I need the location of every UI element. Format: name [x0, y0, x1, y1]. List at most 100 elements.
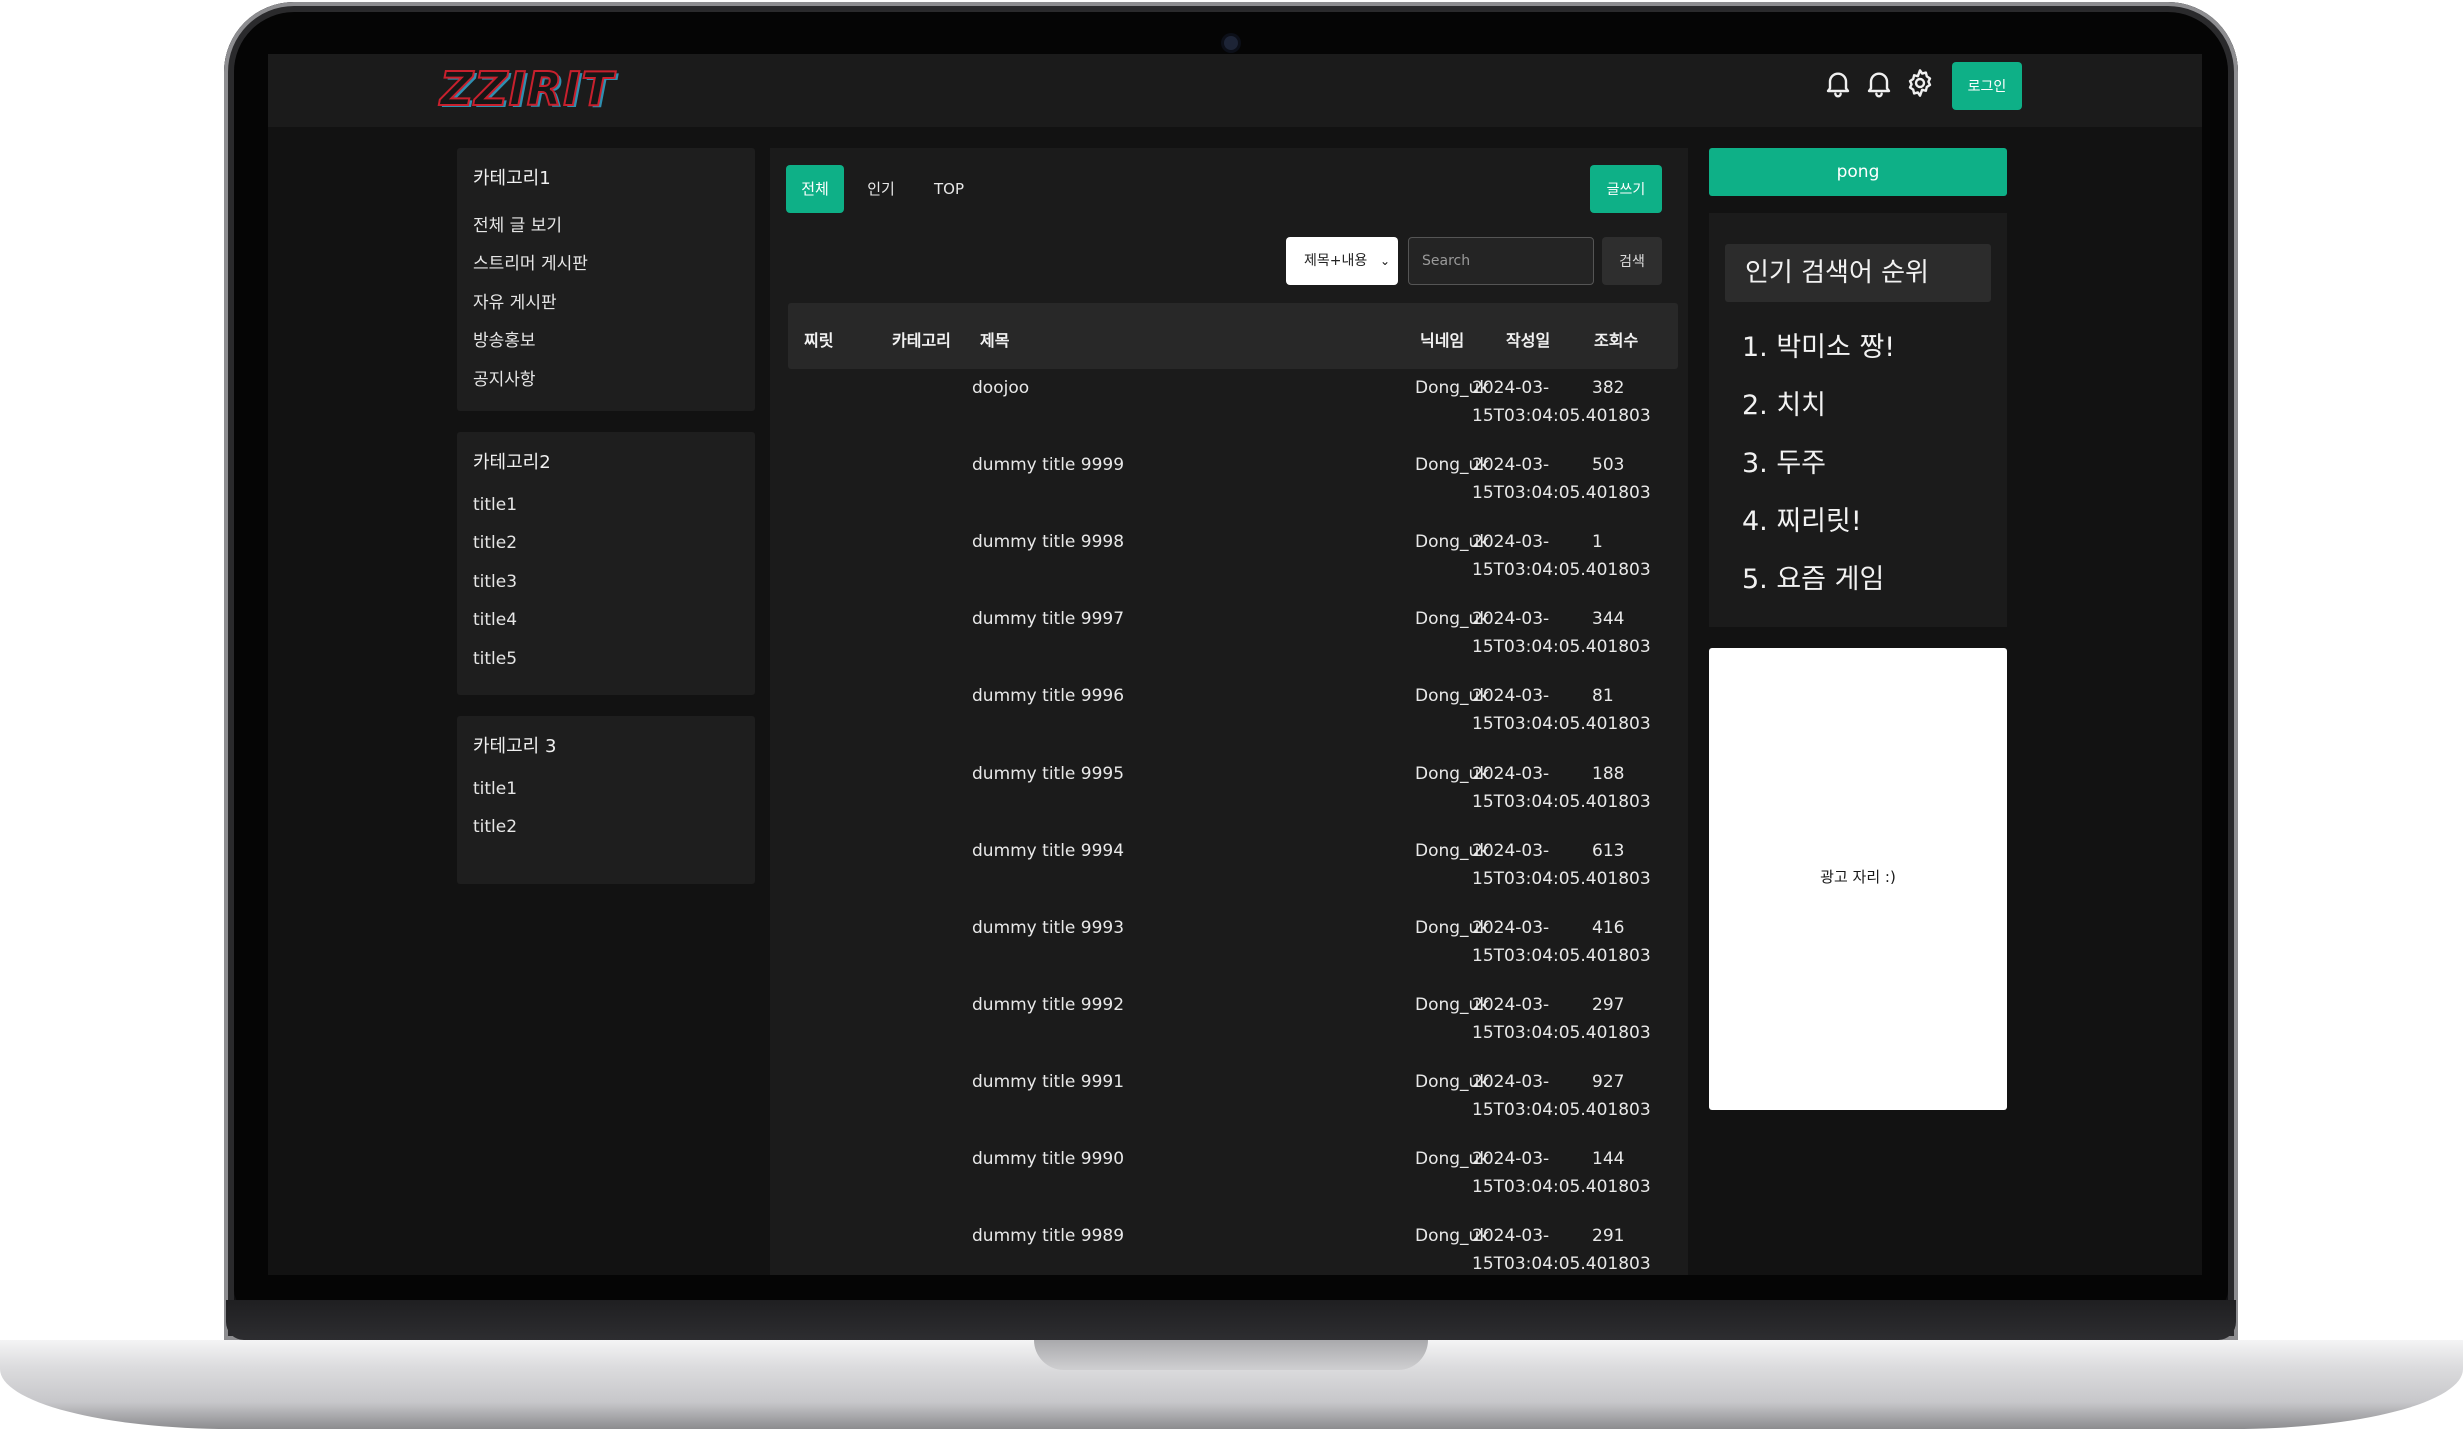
column-header-views: 조회수	[1594, 331, 1639, 350]
table-row[interactable]: dummy title 9995 Dong_uk 2024-03- 15T03:04:…	[788, 755, 1678, 832]
post-views: 503	[1592, 455, 1625, 476]
post-date: 2024-03-	[1472, 917, 1550, 938]
tab-top[interactable]: TOP	[918, 165, 980, 213]
post-date: 2024-03-	[1472, 840, 1550, 861]
tab-popular[interactable]: 인기	[852, 165, 910, 213]
column-header-nickname: 닉네임	[1420, 331, 1465, 350]
popular-search-item[interactable]: 5. 요즘 게임	[1742, 557, 1884, 596]
post-title[interactable]: dummy title 9994	[972, 837, 1124, 865]
category-panel-1: 카테고리1 전체 글 보기 스트리머 게시판 자유 게시판 방송홍보 공지사항	[457, 148, 755, 411]
sidebar-item-title4[interactable]: title4	[473, 610, 517, 630]
post-views: 382	[1592, 378, 1625, 398]
post-views: 927	[1592, 1071, 1625, 1092]
sidebar-item-title1[interactable]: title1	[473, 779, 517, 799]
table-row[interactable]: dummy title 9992 Dong_uk 2024-03- 15T03:04:…	[788, 986, 1678, 1063]
post-date-time: 15T03:04:05.401803	[1472, 1099, 1651, 1120]
post-title[interactable]: dummy title 9998	[972, 528, 1124, 556]
popular-search-title: 인기 검색어 순위	[1725, 244, 1991, 302]
post-views: 416	[1592, 917, 1625, 938]
sidebar-item-notice[interactable]: 공지사항	[473, 365, 536, 390]
table-header: 찌릿 카테고리 제목 닉네임 작성일 조회수	[788, 303, 1678, 369]
post-views: 81	[1592, 686, 1614, 707]
post-date-time: 15T03:04:05.401803	[1472, 1254, 1651, 1275]
column-header-zzirit: 찌릿	[804, 331, 834, 350]
post-views: 613	[1592, 840, 1625, 861]
search-input[interactable]	[1408, 237, 1594, 285]
search-type-value: 제목+내용	[1304, 253, 1368, 269]
post-date-time: 15T03:04:05.401803	[1472, 637, 1651, 658]
post-date: 2024-03-	[1472, 609, 1550, 630]
post-views: 291	[1592, 1226, 1625, 1247]
category-title: 카테고리 3	[473, 736, 557, 757]
camera-icon	[1224, 36, 1238, 50]
post-title[interactable]: dummy title 9993	[972, 914, 1124, 942]
site-logo[interactable]: ZZIRIT	[439, 59, 614, 119]
post-date-time: 15T03:04:05.401803	[1472, 714, 1651, 735]
tab-all[interactable]: 전체	[786, 165, 844, 213]
table-row[interactable]: dummy title 9989 Dong_uk 2024-03- 15T03:04:…	[788, 1217, 1678, 1275]
category-title: 카테고리2	[473, 452, 551, 473]
search-type-select[interactable]: 제목+내용 ⌄	[1286, 237, 1398, 285]
post-title[interactable]: dummy title 9995	[972, 760, 1124, 788]
chevron-down-icon: ⌄	[1379, 254, 1390, 268]
laptop-chin	[226, 1300, 2236, 1340]
popular-search-item[interactable]: 4. 찌리릿!	[1742, 499, 1862, 538]
table-row[interactable]: dummy title 9994 Dong_uk 2024-03- 15T03:04:…	[788, 832, 1678, 909]
sidebar-item-broadcast-promo[interactable]: 방송홍보	[473, 326, 536, 351]
table-row[interactable]: doojoo Dong_uk 2024-03- 15T03:04:05.401803 3…	[788, 369, 1678, 446]
sidebar-item-all-posts[interactable]: 전체 글 보기	[473, 211, 562, 236]
post-title[interactable]: dummy title 9997	[972, 605, 1124, 633]
category-panel-2: 카테고리2 title1 title2 title3 title4 title5	[457, 432, 755, 695]
post-title[interactable]: dummy title 9990	[972, 1145, 1124, 1173]
board-panel: 전체 인기 TOP 글쓰기 제목+내용 ⌄ 검색 찌릿 카테고리 제목 닉네임 …	[770, 148, 1688, 1275]
gear-icon[interactable]	[1904, 67, 1936, 99]
post-views: 344	[1592, 609, 1625, 630]
post-date: 2024-03-	[1472, 994, 1550, 1015]
sidebar-item-title1[interactable]: title1	[473, 495, 517, 515]
pong-button[interactable]: pong	[1709, 148, 2007, 196]
login-button[interactable]: 로그인	[1952, 62, 2022, 110]
table-row[interactable]: dummy title 9997 Dong_uk 2024-03- 15T03:04:…	[788, 600, 1678, 677]
post-date: 2024-03-	[1472, 686, 1550, 707]
bell-icon[interactable]	[1863, 67, 1895, 99]
post-title[interactable]: doojoo	[972, 374, 1029, 402]
search-button[interactable]: 검색	[1602, 237, 1662, 285]
sidebar-item-title3[interactable]: title3	[473, 572, 517, 592]
table-row[interactable]: dummy title 9999 Dong_uk 2024-03- 15T03:04:…	[788, 446, 1678, 523]
post-date: 2024-03-	[1472, 532, 1550, 553]
table-row[interactable]: dummy title 9990 Dong_uk 2024-03- 15T03:04:…	[788, 1140, 1678, 1217]
table-row[interactable]: dummy title 9998 Dong_uk 2024-03- 15T03:04:…	[788, 523, 1678, 600]
post-date: 2024-03-	[1472, 1226, 1550, 1247]
post-views: 188	[1592, 763, 1625, 784]
column-header-category: 카테고리	[892, 331, 951, 350]
post-title[interactable]: dummy title 9991	[972, 1068, 1124, 1096]
post-views: 297	[1592, 994, 1625, 1015]
write-post-button[interactable]: 글쓰기	[1590, 165, 1662, 213]
ad-banner[interactable]: 광고 자리 :)	[1709, 648, 2007, 1110]
post-date-time: 15T03:04:05.401803	[1472, 945, 1651, 966]
post-date-time: 15T03:04:05.401803	[1472, 1177, 1651, 1197]
post-title[interactable]: dummy title 9989	[972, 1222, 1124, 1250]
popular-search-item[interactable]: 2. 치치	[1742, 383, 1826, 422]
sidebar-item-title5[interactable]: title5	[473, 649, 517, 669]
post-views: 1	[1592, 532, 1603, 553]
category-title: 카테고리1	[473, 168, 551, 189]
table-row[interactable]: dummy title 9991 Dong_uk 2024-03- 15T03:04:…	[788, 1063, 1678, 1140]
table-row[interactable]: dummy title 9993 Dong_uk 2024-03- 15T03:04:…	[788, 909, 1678, 986]
post-date-time: 15T03:04:05.401803	[1472, 483, 1651, 504]
popular-search-item[interactable]: 1. 박미소 짱!	[1742, 325, 1895, 364]
post-date-time: 15T03:04:05.401803	[1472, 560, 1651, 581]
sidebar-item-streamer-board[interactable]: 스트리머 게시판	[473, 249, 588, 274]
sidebar-item-free-board[interactable]: 자유 게시판	[473, 288, 557, 313]
post-title[interactable]: dummy title 9999	[972, 451, 1124, 479]
bell-icon[interactable]	[1822, 67, 1854, 99]
sidebar-item-title2[interactable]: title2	[473, 533, 517, 553]
sidebar-item-title2[interactable]: title2	[473, 817, 517, 837]
popular-search-item[interactable]: 3. 두주	[1742, 441, 1826, 480]
column-header-date: 작성일	[1506, 331, 1551, 350]
post-date: 2024-03-	[1472, 378, 1550, 398]
popular-search-panel: 인기 검색어 순위 1. 박미소 짱! 2. 치치 3. 두주 4. 찌리릿! …	[1709, 213, 2007, 627]
post-title[interactable]: dummy title 9992	[972, 991, 1124, 1019]
table-row[interactable]: dummy title 9996 Dong_uk 2024-03- 15T03:04:…	[788, 677, 1678, 754]
post-title[interactable]: dummy title 9996	[972, 682, 1124, 710]
